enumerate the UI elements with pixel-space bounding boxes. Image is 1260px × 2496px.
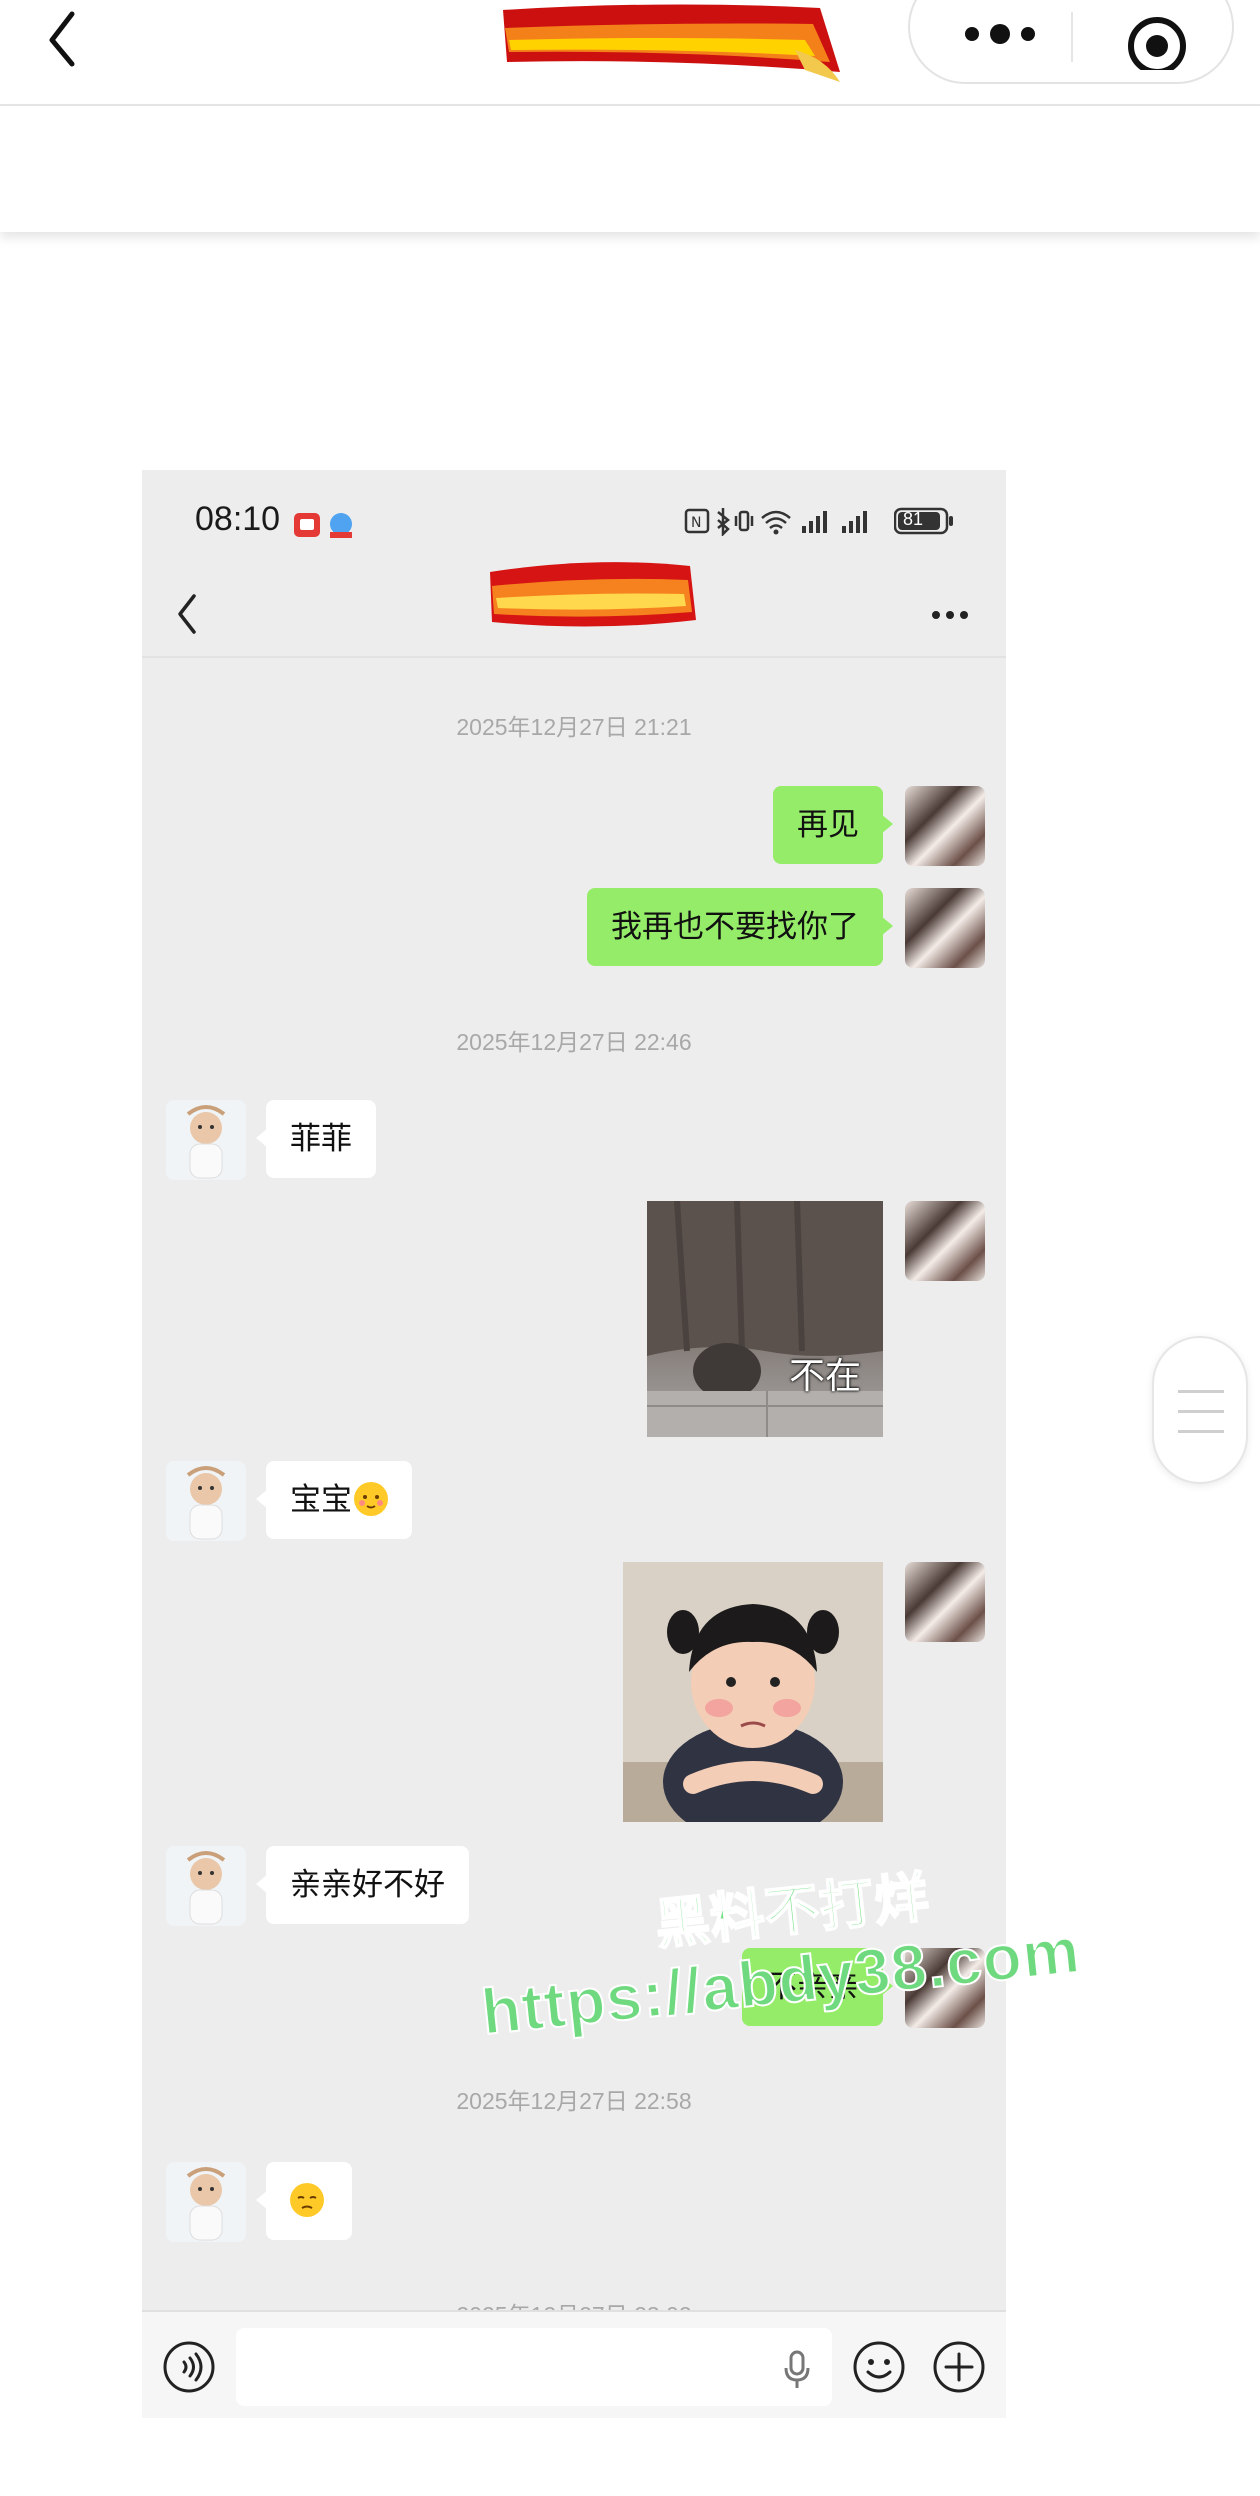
- sticker-message[interactable]: [623, 1562, 883, 1822]
- top-navigation-bar: [0, 0, 1260, 106]
- voice-icon[interactable]: [162, 2340, 216, 2394]
- message-input[interactable]: [236, 2328, 832, 2406]
- contact-avatar[interactable]: [166, 2162, 246, 2242]
- redacted-contact-name: [484, 556, 704, 646]
- my-avatar[interactable]: [905, 786, 985, 866]
- message-text: 宝宝: [290, 1482, 352, 1518]
- battery-level: 81: [903, 509, 924, 529]
- capsule-divider: [1071, 12, 1073, 62]
- my-avatar[interactable]: [905, 1948, 985, 2028]
- redacted-title-scribble: [495, 0, 850, 90]
- message-bubble-received[interactable]: 宝宝: [256, 1461, 412, 1539]
- chat-timestamp: 2025年12月27日 22:58: [456, 2088, 692, 2114]
- chat-back-icon[interactable]: [172, 588, 202, 638]
- contact-avatar[interactable]: [166, 1846, 246, 1926]
- emoji-icon[interactable]: [852, 2340, 906, 2394]
- status-time: 08:10: [195, 500, 281, 538]
- svg-text:N: N: [691, 515, 701, 531]
- contact-avatar[interactable]: [166, 1100, 246, 1180]
- message-bubble-sent[interactable]: 再见: [773, 786, 893, 864]
- back-chevron-icon[interactable]: [40, 8, 90, 68]
- target-close-icon[interactable]: [1122, 0, 1192, 75]
- microphone-icon[interactable]: [782, 2350, 812, 2390]
- notification-icons: [292, 510, 356, 544]
- sticker-caption: 不在: [788, 1356, 861, 1397]
- message-bubble-sent[interactable]: 我再也不要找你了: [587, 888, 893, 966]
- capsule-menu: [908, 0, 1234, 84]
- chat-more-icon[interactable]: [930, 606, 970, 619]
- message-bubble-received[interactable]: [256, 2162, 352, 2240]
- my-avatar[interactable]: [905, 1201, 985, 1281]
- battery-indicator: 81: [894, 507, 954, 535]
- pensive-emoji-icon: [290, 2183, 324, 2217]
- more-dots-icon[interactable]: [950, 2, 1050, 66]
- chat-input-bar: [142, 2310, 1006, 2418]
- floating-side-handle[interactable]: [1152, 1336, 1248, 1484]
- message-bubble-received[interactable]: 菲菲: [256, 1100, 376, 1178]
- my-avatar[interactable]: [905, 888, 985, 968]
- message-bubble-received[interactable]: 亲亲好不好: [256, 1846, 469, 1924]
- chat-timestamp: 2025年12月27日 21:21: [456, 714, 692, 740]
- contact-avatar[interactable]: [166, 1461, 246, 1541]
- my-avatar[interactable]: [905, 1562, 985, 1642]
- chat-timestamp: 2025年12月27日 22:46: [456, 1029, 692, 1055]
- blush-emoji-icon: [354, 1482, 388, 1516]
- chat-screenshot: 08:10 N 81 2025年12月27日 21:21 再见 我再也不要找你了…: [142, 470, 1006, 2418]
- system-icons: N: [684, 506, 894, 536]
- status-bar: 08:10 N 81: [142, 470, 1006, 566]
- sub-header-bar: [0, 106, 1260, 232]
- message-bubble-sent[interactable]: 不亲亲: [742, 1948, 893, 2026]
- sticker-message[interactable]: 不在: [647, 1201, 883, 1437]
- plus-icon[interactable]: [932, 2340, 986, 2394]
